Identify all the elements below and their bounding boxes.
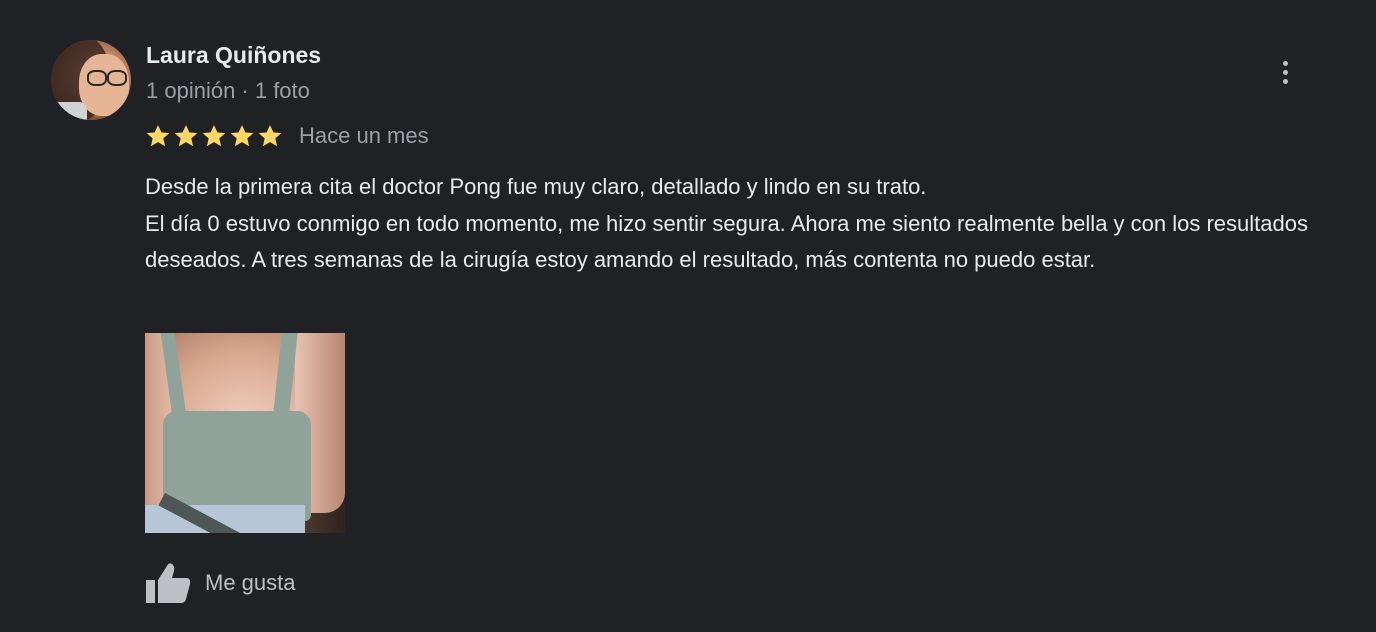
star-icon — [146, 124, 170, 147]
star-rating — [145, 123, 283, 149]
review-text: Desde la primera cita el doctor Pong fue… — [145, 169, 1355, 279]
star-icon — [202, 124, 226, 147]
review-time: Hace un mes — [299, 123, 429, 148]
review-card: Laura Quiñones 1 opinión · 1 foto Hace u… — [0, 0, 1376, 632]
star-icon — [258, 124, 282, 147]
thumb-up-icon — [146, 563, 191, 603]
star-icon — [230, 124, 254, 147]
review-text-line-2: El día 0 estuvo conmigo en todo momento,… — [145, 210, 1308, 273]
avatar[interactable] — [51, 40, 131, 120]
review-photo[interactable] — [145, 333, 345, 533]
review-text-line-1: Desde la primera cita el doctor Pong fue… — [145, 174, 927, 199]
like-button[interactable]: Me gusta — [145, 561, 296, 605]
more-options-button[interactable] — [1272, 56, 1298, 88]
star-icon — [174, 124, 198, 147]
rating-row: Hace un mes — [145, 120, 429, 152]
author-name[interactable]: Laura Quiñones — [146, 40, 321, 70]
more-vert-icon — [1282, 60, 1288, 66]
like-label: Me gusta — [205, 570, 296, 595]
author-meta: 1 opinión · 1 foto — [146, 78, 310, 103]
